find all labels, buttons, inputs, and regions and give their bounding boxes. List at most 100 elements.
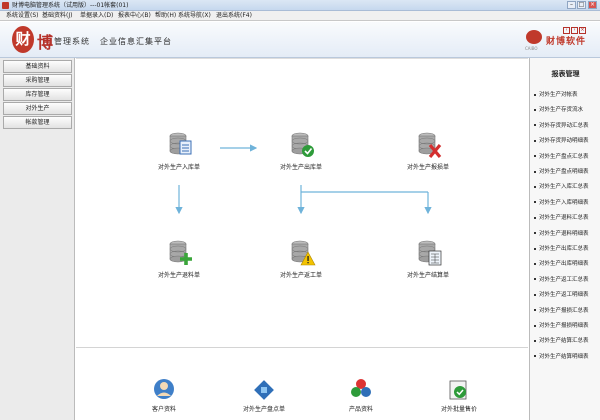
stock-check-shortcut[interactable]: 对外生产盘点单 [224, 377, 304, 415]
report-item-label: 对外生产结算明细表 [539, 353, 589, 360]
menu-document-entry[interactable]: 单据录入(D) [80, 12, 113, 20]
bullet-icon [534, 155, 536, 158]
product-icon [349, 377, 373, 401]
bullet-icon [534, 293, 536, 296]
report-item-label: 对外生产对帐表 [539, 92, 578, 98]
report-item[interactable]: 对外生产返工汇总表 [534, 273, 600, 288]
bullet-icon [534, 170, 536, 173]
app-icon [2, 2, 9, 9]
report-item[interactable]: 对外生产结算明细表 [534, 350, 600, 365]
bullet-icon [534, 355, 536, 358]
node-label: 对外生产出库单 [279, 164, 322, 171]
node-label: 对外生产入库单 [157, 164, 200, 171]
node-inbound-order[interactable]: 对外生产入库单 [149, 131, 209, 177]
bullet-icon [534, 201, 536, 204]
customer-info-shortcut[interactable]: 客户资料 [124, 377, 204, 415]
minimize-button[interactable]: – [567, 1, 576, 9]
menu-system-settings[interactable]: 系统设置(S) [6, 12, 39, 20]
report-item-label: 对外生产返工明细表 [539, 292, 589, 299]
banner-controls: ‹ › × [562, 25, 598, 34]
bullet-icon [534, 262, 536, 265]
report-item[interactable]: 对外存货异动明细表 [534, 134, 600, 149]
logo-second-char: 博 [37, 33, 54, 52]
report-item[interactable]: 对外生产盘点明细表 [534, 165, 600, 180]
menu-help[interactable]: 帮助(H) [155, 12, 176, 20]
node-label: 对外生产退料单 [157, 272, 200, 279]
maximize-button[interactable]: □ [577, 1, 586, 9]
bullet-icon [534, 324, 536, 327]
company-logo: 财 [12, 26, 34, 53]
flow-arrows [175, 144, 432, 215]
nav-inventory[interactable]: 库存管理 [3, 88, 72, 101]
nav-basic-data[interactable]: 基础资料 [3, 60, 72, 73]
database-icon [168, 131, 192, 159]
database-icon [168, 239, 192, 267]
price-adjust-icon [447, 377, 471, 401]
node-label: 对外生产结算单 [406, 272, 449, 279]
report-item[interactable]: 对外生产入库明细表 [534, 196, 600, 211]
report-item-label: 对外生产退料汇总表 [539, 215, 589, 222]
report-item[interactable]: 对外生产报损明细表 [534, 319, 600, 334]
report-item-label: 对外生产入库汇总表 [539, 184, 589, 191]
system-title: 管理系统 [54, 37, 90, 46]
report-item-label: 对外生产入库明细表 [539, 199, 589, 206]
bullet-icon [534, 232, 536, 235]
bullet-icon [534, 247, 536, 250]
bullet-icon [534, 278, 536, 281]
customer-icon [152, 377, 176, 401]
report-item[interactable]: 对外生产退料汇总表 [534, 211, 600, 226]
node-outbound-order[interactable]: 对外生产出库单 [271, 131, 331, 177]
report-item[interactable]: 对外生产盘点汇总表 [534, 150, 600, 165]
menu-exit[interactable]: 退出系统(F4) [216, 12, 252, 20]
report-item-label: 对外生产盘点汇总表 [539, 153, 589, 160]
product-info-shortcut[interactable]: 产品资料 [321, 377, 401, 415]
report-item-label: 对外生产存货流水 [539, 107, 584, 114]
banner-next-icon[interactable]: › [571, 27, 578, 34]
report-item[interactable]: 对外生产报损汇总表 [534, 304, 600, 319]
bullet-icon [534, 93, 536, 96]
window-title: 财博电脑管理系统（试用版）---01帐套(01) [12, 2, 129, 9]
report-item[interactable]: 对外生产返工明细表 [534, 288, 600, 303]
node-scrap-order[interactable]: 对外生产报损单 [398, 131, 458, 177]
banner-close-icon[interactable]: × [579, 27, 586, 34]
shortcut-label: 对外批量售价 [440, 406, 477, 413]
database-icon [417, 239, 442, 267]
menu-basic-data[interactable]: 基础资料(J) [42, 12, 72, 20]
node-defect-order[interactable]: 对外生产返工单 [271, 239, 331, 285]
stock-check-icon [252, 377, 276, 401]
report-item-label: 对外生产报损汇总表 [539, 307, 589, 314]
report-item[interactable]: 对外生产结算汇总表 [534, 334, 600, 349]
menu-bar: 系统设置(S) 基础资料(J) 单据录入(D) 报表中心(B) 帮助(H) 系统… [0, 11, 600, 21]
shortcut-label: 对外生产盘点单 [242, 406, 285, 413]
price-adjust-shortcut[interactable]: 对外批量售价 [419, 377, 499, 415]
report-item[interactable]: 对外生产入库汇总表 [534, 180, 600, 195]
node-settlement-order[interactable]: 对外生产结算单 [398, 239, 458, 285]
database-icon [290, 239, 316, 267]
node-supplement-order[interactable]: 对外生产退料单 [149, 239, 209, 285]
node-label: 对外生产报损单 [406, 164, 449, 171]
report-item[interactable]: 对外生产存货流水 [534, 103, 600, 118]
report-panel: 报表管理 对外生产对帐表 对外生产存货流水 对外存货异动汇总表 对外存货异动明细表 对外… [529, 58, 600, 420]
report-item[interactable]: 对外生产出库汇总表 [534, 242, 600, 257]
shortcut-label: 产品资料 [348, 406, 373, 413]
close-button[interactable]: × [588, 1, 597, 9]
report-item[interactable]: 对外存货异动汇总表 [534, 119, 600, 134]
report-item[interactable]: 对外生产出库明细表 [534, 257, 600, 272]
banner-prev-icon[interactable]: ‹ [563, 27, 570, 34]
nav-accounts[interactable]: 帐款管理 [3, 116, 72, 129]
report-panel-title: 报表管理 [551, 70, 580, 78]
report-item-label: 对外生产退料明细表 [539, 230, 589, 237]
brand-logo-icon [526, 30, 542, 44]
database-icon [417, 131, 442, 159]
menu-report-center[interactable]: 报表中心(B) [118, 12, 151, 20]
bullet-icon [534, 309, 536, 312]
nav-outsourced-production[interactable]: 对外生产 [3, 102, 72, 115]
left-navigation: 基础资料 采购管理 库存管理 对外生产 帐款管理 [0, 58, 75, 420]
report-item[interactable]: 对外生产退料明细表 [534, 227, 600, 242]
bullet-icon [534, 185, 536, 188]
menu-navigation[interactable]: 系统导航(X) [178, 12, 211, 20]
report-item[interactable]: 对外生产对帐表 [534, 88, 600, 103]
brand-subtext: CAIBO [525, 46, 538, 51]
bullet-icon [534, 216, 536, 219]
nav-purchasing[interactable]: 采购管理 [3, 74, 72, 87]
